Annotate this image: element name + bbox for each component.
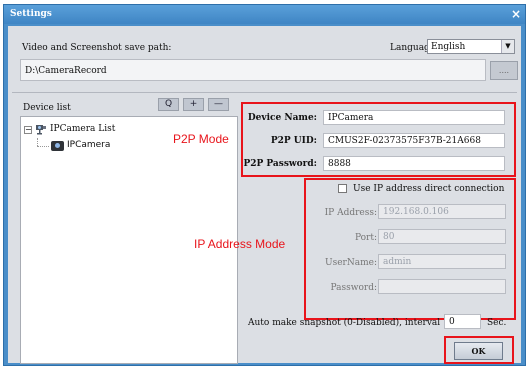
p2p-uid-label: P2P UID:: [270, 136, 317, 146]
port-value: 80: [383, 232, 395, 242]
snapshot-interval-value: 0: [449, 317, 455, 327]
ip-mode-annotation: IP Address Mode: [194, 237, 286, 251]
minus-icon: —: [214, 99, 223, 109]
search-icon: Q: [164, 99, 173, 109]
device-name-value: IPCamera: [328, 113, 374, 123]
p2p-password-value: 8888: [328, 159, 351, 169]
snapshot-unit: Sec.: [487, 318, 507, 328]
device-list-label: Device list: [23, 103, 71, 113]
device-name-input[interactable]: IPCamera: [323, 110, 505, 125]
save-path-value: D:\CameraRecord: [25, 66, 107, 76]
ip-address-input[interactable]: 192.168.0.106: [378, 204, 506, 219]
ip-mode-highlight: [304, 178, 516, 320]
username-input[interactable]: admin: [378, 254, 506, 269]
divider: [12, 92, 517, 93]
snapshot-interval-input[interactable]: 0: [444, 314, 481, 329]
username-value: admin: [383, 257, 412, 267]
camera-icon: [51, 141, 64, 151]
language-select[interactable]: English ▼: [427, 39, 515, 54]
p2p-password-input[interactable]: 8888: [323, 156, 505, 171]
p2p-uid-input[interactable]: CMUS2F-02373575F37B-21A668: [323, 133, 505, 148]
tree-item-label: IPCamera: [67, 140, 111, 150]
ip-direct-checkbox[interactable]: [338, 184, 347, 193]
ip-password-label: Password:: [330, 283, 377, 293]
language-value: English: [431, 42, 466, 52]
snapshot-label: Auto make snapshot (0-Disabled), interva…: [248, 318, 441, 328]
collapse-icon[interactable]: −: [24, 126, 32, 134]
ip-direct-label: Use IP address direct connection: [353, 184, 505, 194]
tree-root-label: IPCamera List: [50, 124, 116, 134]
remove-device-button[interactable]: —: [208, 98, 229, 111]
settings-window: Settings × Video and Screenshot save pat…: [3, 4, 526, 366]
save-path-label: Video and Screenshot save path:: [22, 43, 172, 53]
ok-button[interactable]: OK: [454, 342, 503, 360]
p2p-password-label: P2P Password:: [243, 159, 317, 169]
ip-password-input[interactable]: [378, 279, 506, 294]
device-name-label: Device Name:: [247, 113, 317, 123]
plus-icon: +: [189, 99, 198, 109]
ip-address-label: IP Address:: [324, 208, 377, 218]
port-label: Port:: [354, 233, 377, 243]
p2p-uid-value: CMUS2F-02373575F37B-21A668: [328, 136, 481, 146]
search-device-button[interactable]: Q: [158, 98, 179, 111]
close-icon[interactable]: ×: [511, 7, 521, 21]
p2p-mode-annotation: P2P Mode: [173, 132, 229, 146]
port-input[interactable]: 80: [378, 229, 506, 244]
add-device-button[interactable]: +: [183, 98, 204, 111]
window-title: Settings: [10, 9, 52, 19]
title-bar[interactable]: Settings ×: [4, 5, 525, 24]
dropdown-arrow-icon[interactable]: ▼: [501, 40, 514, 53]
username-label: UserName:: [325, 258, 377, 268]
save-path-field[interactable]: D:\CameraRecord: [20, 59, 486, 81]
camera-list-icon: [36, 125, 46, 135]
ip-address-value: 192.168.0.106: [383, 207, 449, 217]
browse-button[interactable]: ....: [490, 61, 518, 80]
settings-panel: Video and Screenshot save path: Language…: [8, 26, 521, 364]
